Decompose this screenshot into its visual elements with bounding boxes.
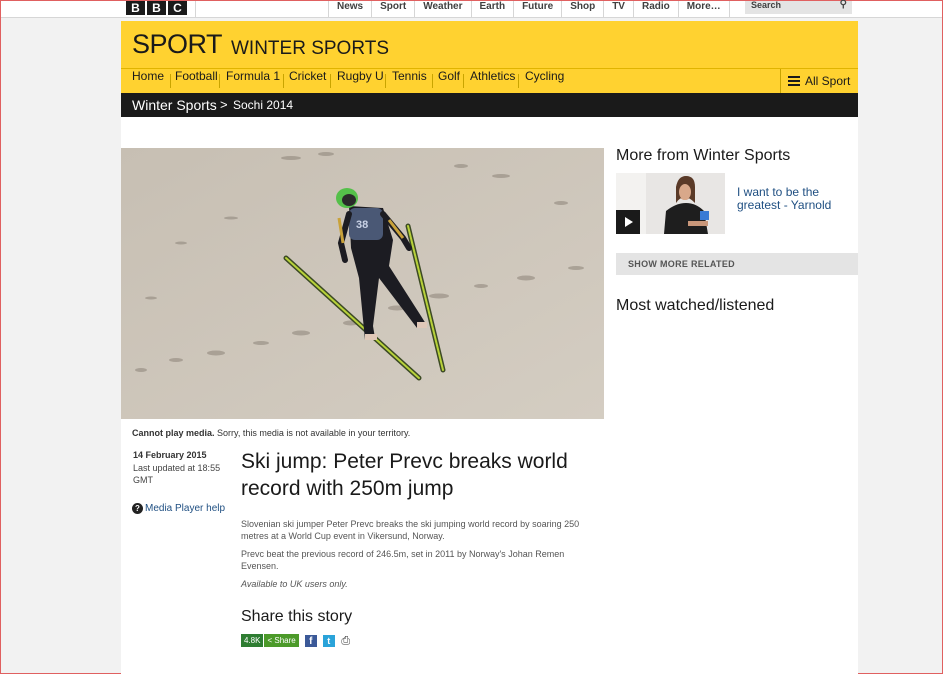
global-nav-news[interactable]: News xyxy=(328,1,371,18)
breadcrumb-separator: > xyxy=(220,97,228,112)
more-from-title: More from Winter Sports xyxy=(616,147,791,164)
bbc-logo-letter: C xyxy=(168,1,187,15)
divider xyxy=(463,74,464,88)
search-placeholder: Search xyxy=(751,0,782,10)
share-label: Share xyxy=(274,636,296,645)
sport-nav-cricket[interactable]: Cricket xyxy=(289,69,326,93)
twitter-icon[interactable]: t xyxy=(322,634,335,647)
show-more-related-button[interactable]: SHOW MORE RELATED xyxy=(616,253,858,275)
help-icon: ? xyxy=(132,503,143,514)
divider xyxy=(170,74,171,88)
article-paragraph: Prevc beat the previous record of 246.5m… xyxy=(241,549,565,571)
article-headline: Ski jump: Peter Prevc breaks world recor… xyxy=(241,450,568,500)
breadcrumb: Winter Sports > Sochi 2014 xyxy=(121,93,858,117)
bib-number: 38 xyxy=(356,219,368,231)
menu-icon xyxy=(788,76,800,86)
sport-nav-athletics[interactable]: Athletics xyxy=(470,69,515,93)
global-nav-radio[interactable]: Radio xyxy=(632,1,678,18)
media-player[interactable]: 38 xyxy=(121,148,604,419)
global-nav-future[interactable]: Future xyxy=(513,1,561,18)
media-error-message: Cannot play media. Sorry, this media is … xyxy=(132,428,410,438)
global-top-bar: B B C News Sport Weather Earth Future Sh… xyxy=(1,0,942,18)
breadcrumb-subsection[interactable]: Sochi 2014 xyxy=(233,98,293,112)
global-nav: News Sport Weather Earth Future Shop TV … xyxy=(328,1,730,18)
play-icon xyxy=(625,217,633,227)
sport-nav-formula-1[interactable]: Formula 1 xyxy=(226,69,280,93)
sport-nav-cycling[interactable]: Cycling xyxy=(525,69,564,93)
global-nav-more[interactable]: More… xyxy=(677,1,730,18)
divider xyxy=(330,74,331,88)
share-button[interactable]: < Share xyxy=(264,634,299,647)
divider xyxy=(432,74,433,88)
share-count: 4.8K xyxy=(241,634,264,647)
divider xyxy=(385,74,386,88)
global-nav-sport[interactable]: Sport xyxy=(371,1,414,18)
most-watched-title: Most watched/listened xyxy=(616,297,775,314)
article-updated: Last updated at 18:55 GMT xyxy=(133,463,221,485)
bbc-logo-letter: B xyxy=(147,1,166,15)
sport-nav: Home Football Formula 1 Cricket Rugby U … xyxy=(121,68,858,93)
global-nav-earth[interactable]: Earth xyxy=(470,1,514,18)
divider xyxy=(195,1,196,18)
global-nav-weather[interactable]: Weather xyxy=(414,1,470,18)
bbc-logo[interactable]: B B C xyxy=(126,1,187,15)
ski-jumper-image: 38 xyxy=(121,148,604,419)
article-paragraph: Slovenian ski jumper Peter Prevc breaks … xyxy=(241,519,580,541)
share-tools: 4.8K < Share f t ⎙ xyxy=(241,634,352,647)
divider xyxy=(219,74,220,88)
sport-header: SPORT WINTER SPORTS xyxy=(121,21,858,68)
sport-title[interactable]: SPORT xyxy=(132,29,223,60)
sport-nav-golf[interactable]: Golf xyxy=(438,69,460,93)
section-title[interactable]: WINTER SPORTS xyxy=(231,38,389,60)
play-button[interactable] xyxy=(616,210,640,234)
search-icon[interactable]: ⚲ xyxy=(840,0,847,10)
media-player-help-link[interactable]: ? Media Player help xyxy=(132,503,225,514)
article-date: 14 February 2015 xyxy=(133,450,207,460)
breadcrumb-section[interactable]: Winter Sports xyxy=(132,97,217,113)
share-title: Share this story xyxy=(241,608,353,625)
media-error-text: Sorry, this media is not available in yo… xyxy=(214,428,411,438)
bbc-logo-letter: B xyxy=(126,1,145,15)
all-sport-button[interactable]: All Sport xyxy=(780,69,858,93)
media-player-help-label: Media Player help xyxy=(145,503,226,514)
print-icon[interactable]: ⎙ xyxy=(340,634,352,647)
sport-nav-home[interactable]: Home xyxy=(132,69,164,93)
facebook-icon[interactable]: f xyxy=(304,634,317,647)
divider xyxy=(518,74,519,88)
all-sport-label: All Sport xyxy=(805,74,851,88)
media-error-title: Cannot play media. xyxy=(132,428,215,438)
sport-nav-tennis[interactable]: Tennis xyxy=(392,69,427,93)
global-nav-shop[interactable]: Shop xyxy=(561,1,603,18)
search-input[interactable]: Search ⚲ xyxy=(745,0,852,14)
divider xyxy=(283,74,284,88)
availability-note: Available to UK users only. xyxy=(241,579,348,589)
related-video-link[interactable]: I want to be the greatest - Yarnold xyxy=(737,186,847,212)
sport-nav-football[interactable]: Football xyxy=(175,69,218,93)
sport-nav-rugby-u[interactable]: Rugby U xyxy=(337,69,384,93)
global-nav-tv[interactable]: TV xyxy=(603,1,633,18)
